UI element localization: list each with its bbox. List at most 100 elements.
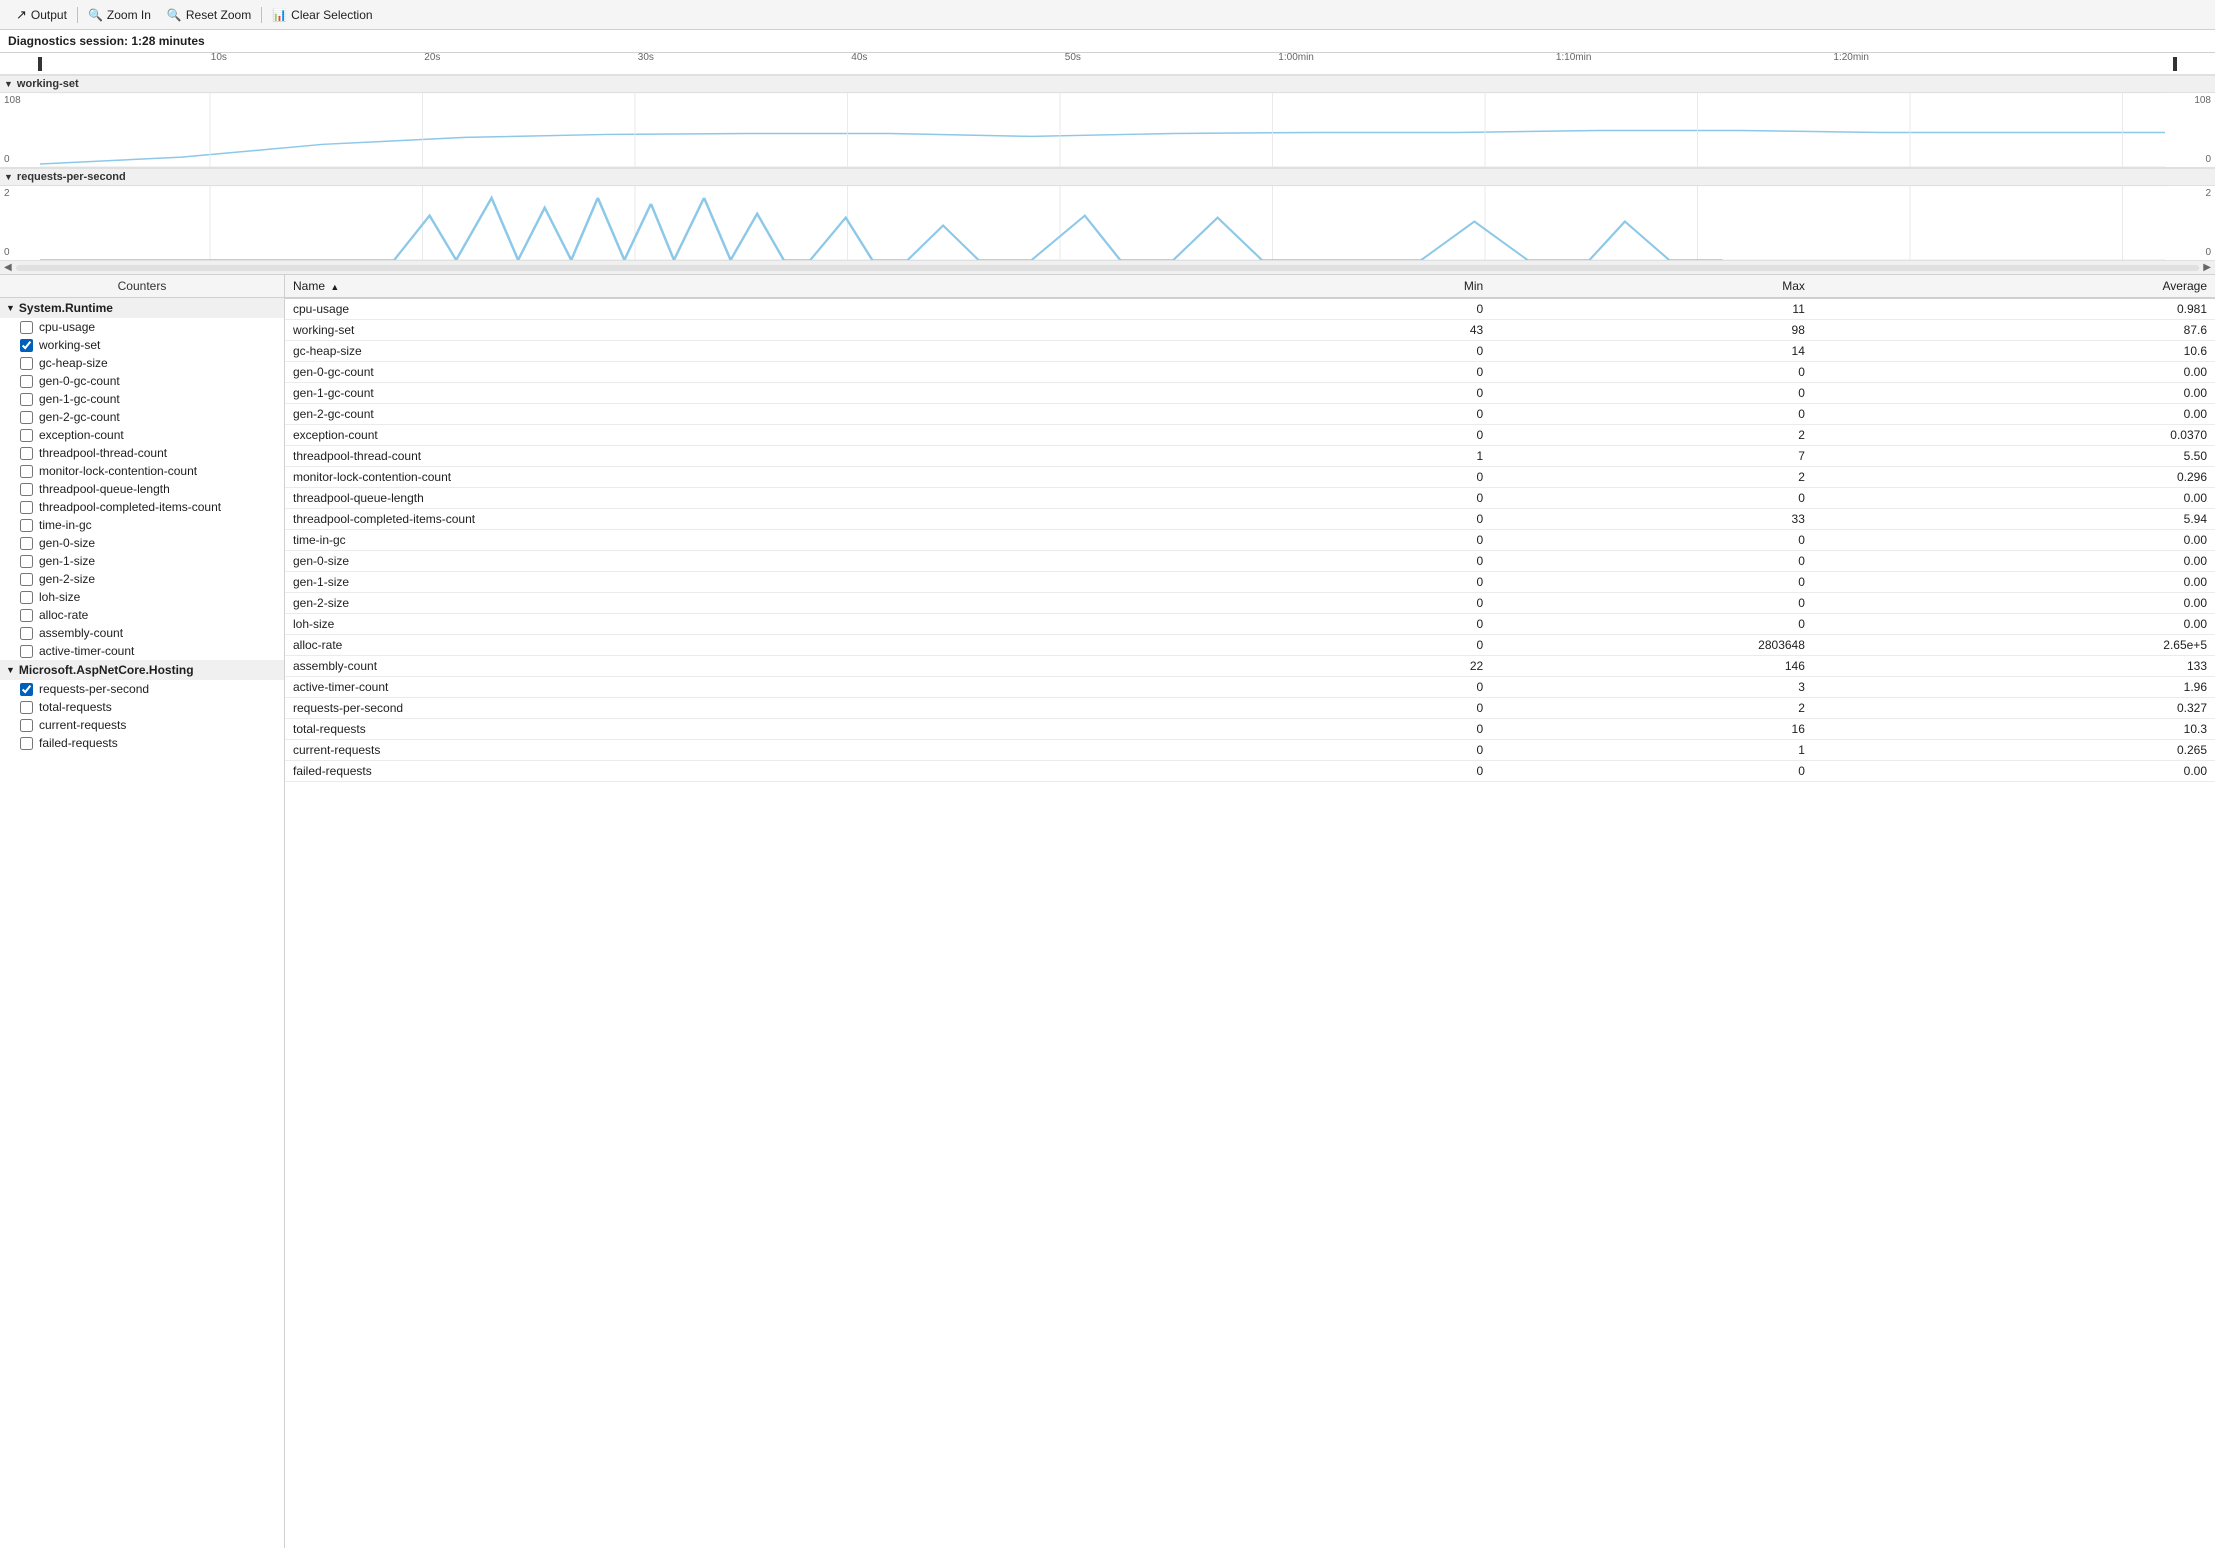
counter-gen-0-gc-count-checkbox[interactable] [20,375,33,388]
table-row[interactable]: current-requests 0 1 0.265 [285,740,2215,761]
counter-gen-1-size[interactable]: gen-1-size [0,552,284,570]
table-row[interactable]: requests-per-second 0 2 0.327 [285,698,2215,719]
table-row[interactable]: assembly-count 22 146 133 [285,656,2215,677]
table-row[interactable]: loh-size 0 0 0.00 [285,614,2215,635]
counter-gc-heap-size-checkbox[interactable] [20,357,33,370]
counter-current-requests[interactable]: current-requests [0,716,284,734]
cell-name: gen-2-gc-count [285,404,1170,425]
counter-active-timer-count-checkbox[interactable] [20,645,33,658]
counter-working-set-checkbox[interactable] [20,339,33,352]
table-row[interactable]: gen-0-gc-count 0 0 0.00 [285,362,2215,383]
counter-time-in-gc-checkbox[interactable] [20,519,33,532]
counter-failed-requests-checkbox[interactable] [20,737,33,750]
left-panel: Counters ▼ System.Runtime cpu-usage work… [0,275,285,1548]
counter-cpu-usage-checkbox[interactable] [20,321,33,334]
table-row[interactable]: gc-heap-size 0 14 10.6 [285,341,2215,362]
counter-threadpool-queue-length-checkbox[interactable] [20,483,33,496]
table-row[interactable]: working-set 43 98 87.6 [285,320,2215,341]
cell-min: 0 [1170,530,1492,551]
table-row[interactable]: threadpool-queue-length 0 0 0.00 [285,488,2215,509]
col-header-min[interactable]: Min [1170,275,1492,298]
clear-selection-button[interactable]: 📊 Clear Selection [264,6,380,24]
counter-gen-1-gc-count-checkbox[interactable] [20,393,33,406]
counter-monitor-lock-contention-count-checkbox[interactable] [20,465,33,478]
reset-zoom-button[interactable]: 🔍 Reset Zoom [159,6,259,24]
table-row[interactable]: total-requests 0 16 10.3 [285,719,2215,740]
working-set-collapse-icon[interactable]: ▼ [4,79,13,89]
counter-total-requests[interactable]: total-requests [0,698,284,716]
counter-assembly-count-checkbox[interactable] [20,627,33,640]
output-button[interactable]: ↗ Output [8,5,75,25]
counter-failed-requests[interactable]: failed-requests [0,734,284,752]
cell-min: 0 [1170,298,1492,320]
counter-exception-count[interactable]: exception-count [0,426,284,444]
table-row[interactable]: threadpool-thread-count 1 7 5.50 [285,446,2215,467]
counter-monitor-lock-contention-count[interactable]: monitor-lock-contention-count [0,462,284,480]
cell-name: working-set [285,320,1170,341]
counter-alloc-rate[interactable]: alloc-rate [0,606,284,624]
table-row[interactable]: gen-1-gc-count 0 0 0.00 [285,383,2215,404]
col-header-name[interactable]: Name ▲ [285,275,1170,298]
col-header-average[interactable]: Average [1813,275,2215,298]
table-row[interactable]: gen-0-size 0 0 0.00 [285,551,2215,572]
requests-collapse-icon[interactable]: ▼ [4,172,13,182]
cell-average: 0.00 [1813,761,2215,782]
counter-gen-2-gc-count[interactable]: gen-2-gc-count [0,408,284,426]
table-row[interactable]: gen-2-gc-count 0 0 0.00 [285,404,2215,425]
requests-y-min: 0 [4,247,10,258]
cell-name: gen-2-size [285,593,1170,614]
zoom-in-label: Zoom In [107,8,151,22]
table-row[interactable]: failed-requests 0 0 0.00 [285,761,2215,782]
col-header-max[interactable]: Max [1491,275,1813,298]
counter-gen-2-size-checkbox[interactable] [20,573,33,586]
counter-gen-0-size[interactable]: gen-0-size [0,534,284,552]
table-row[interactable]: gen-2-size 0 0 0.00 [285,593,2215,614]
counter-active-timer-count[interactable]: active-timer-count [0,642,284,660]
system-runtime-section-header[interactable]: ▼ System.Runtime [0,298,284,318]
counter-gen-1-size-checkbox[interactable] [20,555,33,568]
chart-scrollbar[interactable]: ◀ ▶ [0,261,2215,275]
cell-min: 0 [1170,362,1492,383]
counter-cpu-usage[interactable]: cpu-usage [0,318,284,336]
counter-assembly-count[interactable]: assembly-count [0,624,284,642]
table-row[interactable]: cpu-usage 0 11 0.981 [285,298,2215,320]
table-row[interactable]: time-in-gc 0 0 0.00 [285,530,2215,551]
counter-time-in-gc[interactable]: time-in-gc [0,516,284,534]
counter-gen-2-size-label: gen-2-size [39,572,95,586]
counter-threadpool-thread-count[interactable]: threadpool-thread-count [0,444,284,462]
table-row[interactable]: threadpool-completed-items-count 0 33 5.… [285,509,2215,530]
scroll-right-arrow[interactable]: ▶ [2203,262,2211,273]
counter-gen-1-gc-count[interactable]: gen-1-gc-count [0,390,284,408]
counter-current-requests-checkbox[interactable] [20,719,33,732]
counter-threadpool-completed-items-count[interactable]: threadpool-completed-items-count [0,498,284,516]
reset-zoom-label: Reset Zoom [186,8,251,22]
counter-loh-size[interactable]: loh-size [0,588,284,606]
counter-gen-2-size[interactable]: gen-2-size [0,570,284,588]
table-row[interactable]: exception-count 0 2 0.0370 [285,425,2215,446]
counter-requests-per-second-checkbox[interactable] [20,683,33,696]
table-row[interactable]: active-timer-count 0 3 1.96 [285,677,2215,698]
counter-gen-0-gc-count[interactable]: gen-0-gc-count [0,372,284,390]
table-row[interactable]: gen-1-size 0 0 0.00 [285,572,2215,593]
table-row[interactable]: alloc-rate 0 2803648 2.65e+5 [285,635,2215,656]
cell-name: gen-1-gc-count [285,383,1170,404]
counter-exception-count-checkbox[interactable] [20,429,33,442]
cell-name: gen-0-size [285,551,1170,572]
scroll-left-arrow[interactable]: ◀ [4,262,12,273]
table-row[interactable]: monitor-lock-contention-count 0 2 0.296 [285,467,2215,488]
counter-threadpool-queue-length[interactable]: threadpool-queue-length [0,480,284,498]
cell-max: 2803648 [1491,635,1813,656]
counter-loh-size-checkbox[interactable] [20,591,33,604]
aspnetcore-section-header[interactable]: ▼ Microsoft.AspNetCore.Hosting [0,660,284,680]
zoom-in-button[interactable]: 🔍 Zoom In [80,6,159,24]
counter-requests-per-second[interactable]: requests-per-second [0,680,284,698]
counter-gc-heap-size[interactable]: gc-heap-size [0,354,284,372]
counter-threadpool-completed-items-count-checkbox[interactable] [20,501,33,514]
counter-gen-2-gc-count-checkbox[interactable] [20,411,33,424]
counter-total-requests-checkbox[interactable] [20,701,33,714]
counter-gen-0-size-checkbox[interactable] [20,537,33,550]
counter-threadpool-thread-count-checkbox[interactable] [20,447,33,460]
counter-working-set[interactable]: working-set [0,336,284,354]
counter-alloc-rate-checkbox[interactable] [20,609,33,622]
requests-y-min-right: 0 [2205,247,2211,258]
